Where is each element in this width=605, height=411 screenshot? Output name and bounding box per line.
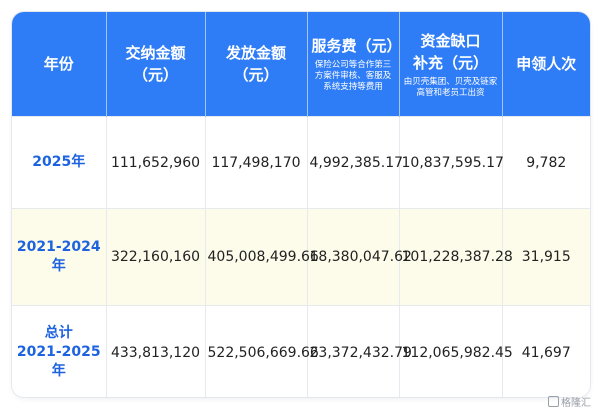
row-year: 2021-2024年 [12,208,107,306]
watermark: 格隆汇 [548,394,591,409]
header-paid-amount: 交纳金额 （元） [106,12,206,117]
header-service-fee: 服务费（元） 保险公司等合作第三方案件审核、客服及系统支持等费用 [307,12,402,117]
cell-paid: 433,813,120 [106,305,206,397]
header-row: 年份 交纳金额 （元） 发放金额 （元） 服务费（元） 保险公司等合作第三方案件… [12,12,590,117]
fund-table: 年份 交纳金额 （元） 发放金额 （元） 服务费（元） 保险公司等合作第三方案件… [12,12,590,397]
row-year: 2025年 [12,116,107,209]
cell-disbursed: 117,498,170 [205,116,308,209]
header-service-fee-note: 保险公司等合作第三方案件审核、客服及系统支持等费用 [314,60,392,92]
watermark-logo-icon [548,396,559,407]
header-disbursed-amount: 发放金额 （元） [205,12,308,117]
header-claim-count: 申领人次 [502,12,590,117]
cell-claim-count: 9,782 [502,116,590,209]
cell-funding-gap: 10,837,595.17 [399,116,504,209]
cell-service-fee: 18,380,047.62 [307,208,412,306]
row-year: 总计 2021-2025年 [12,305,107,397]
cell-paid: 322,160,160 [106,208,206,306]
table-row: 总计 2021-2025年 433,813,120 522,506,669.66… [12,305,590,397]
cell-disbursed: 522,506,669.66 [205,305,319,397]
cell-funding-gap: 112,065,982.45 [399,305,513,397]
table-row: 2021-2024年 322,160,160 405,008,499.66 18… [12,208,590,306]
cell-disbursed: 405,008,499.66 [205,208,319,306]
cell-service-fee: 4,992,385.17 [307,116,403,209]
cell-paid: 111,652,960 [106,116,206,209]
watermark-text: 格隆汇 [561,398,591,409]
cell-claim-count: 41,697 [502,305,590,397]
header-year: 年份 [12,12,107,117]
data-table-card: 年份 交纳金额 （元） 发放金额 （元） 服务费（元） 保险公司等合作第三方案件… [12,12,590,397]
cell-claim-count: 31,915 [502,208,590,306]
table-row: 2025年 111,652,960 117,498,170 4,992,385.… [12,116,590,209]
header-funding-gap-note: 由贝壳集团、贝壳及链家高管和老员工出资 [403,76,498,98]
header-funding-gap: 资金缺口 补充（元） 由贝壳集团、贝壳及链家高管和老员工出资 [399,12,503,117]
cell-service-fee: 23,372,432.79 [307,305,412,397]
cell-funding-gap: 101,228,387.28 [399,208,513,306]
